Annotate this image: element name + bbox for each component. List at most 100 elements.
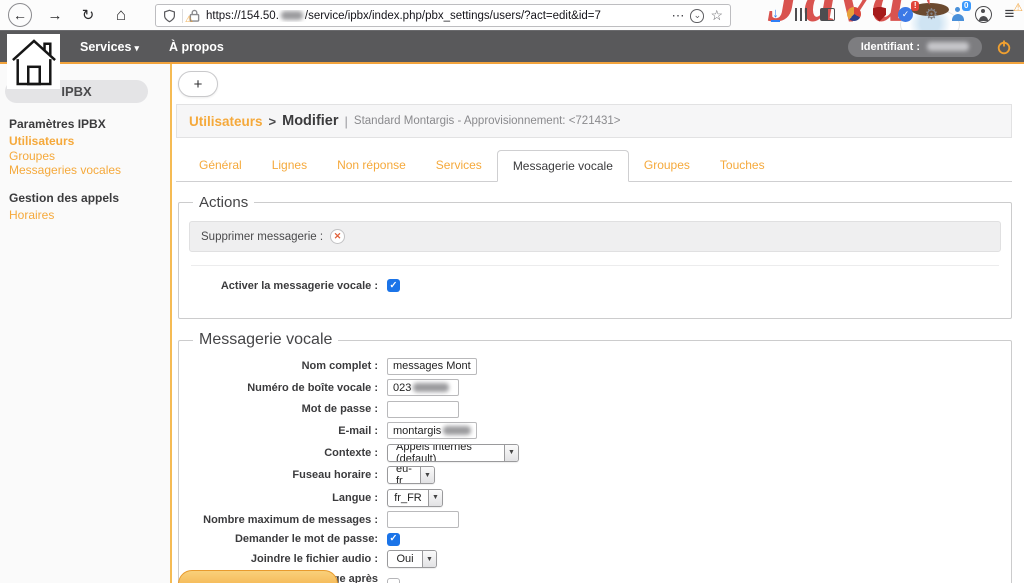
divider <box>191 265 999 266</box>
delete-voicemail-row: Supprimer messagerie : ✕ <box>189 221 1001 252</box>
mailbox-number-label: Numéro de boîte vocale : <box>189 382 387 394</box>
reload-button[interactable]: ↻ <box>78 3 98 27</box>
page-actions-icon[interactable]: ⋯ <box>671 8 684 24</box>
check-glyph: ✓ <box>902 9 910 20</box>
home-icon: ⌂ <box>116 5 126 25</box>
download-button[interactable]: ↓ <box>767 5 784 23</box>
add-button[interactable]: + <box>178 71 218 97</box>
language-select[interactable]: fr_FR ▼ <box>387 489 443 507</box>
actions-legend: Actions <box>193 194 254 211</box>
ask-password-checkbox[interactable] <box>387 533 400 546</box>
activate-voicemail-checkbox[interactable] <box>387 279 400 292</box>
redacted-username <box>927 42 969 51</box>
max-messages-input[interactable] <box>387 511 459 528</box>
timezone-select[interactable]: eu-fr ▼ <box>387 466 435 484</box>
bookmark-star-icon[interactable]: ☆ <box>710 7 723 24</box>
pocket-icon[interactable]: ⌄ <box>690 9 704 23</box>
alert-badge: ! <box>911 1 919 11</box>
gear-icon: ⚙ <box>925 5 938 23</box>
site-header: Services▾ À propos Identifiant : <box>0 31 1024 64</box>
library-button[interactable] <box>793 5 810 23</box>
home-button[interactable]: ⌂ <box>111 3 131 27</box>
account-button[interactable] <box>975 5 992 23</box>
checker-extension-button[interactable]: ✓ ! <box>897 5 914 23</box>
sidebar-item-groupes[interactable]: Groupes <box>9 149 170 164</box>
delete-voicemail-label: Supprimer messagerie : <box>201 231 323 243</box>
timezone-value: eu-fr <box>388 467 420 483</box>
sidebar-item-utilisateurs[interactable]: Utilisateurs <box>9 134 170 149</box>
mailbox-number-visible: 023 <box>393 382 411 394</box>
full-name-input[interactable] <box>387 358 477 375</box>
delete-voicemail-button[interactable]: ✕ <box>330 229 345 244</box>
sidebar-toggle-button[interactable] <box>819 5 836 23</box>
sidebar-item-messageries-vocales[interactable]: Messageries vocales <box>9 163 170 178</box>
screen: Java ← → ↻ ⌂ ⚠ https://154.50. /service/… <box>0 0 1024 583</box>
url-suffix: /service/ipbx/index.php/pbx_settings/use… <box>305 10 601 22</box>
logout-power-button[interactable] <box>996 39 1012 55</box>
breadcrumb-link-utilisateurs[interactable]: Utilisateurs <box>189 114 263 129</box>
download-icon: ↓ <box>771 6 780 22</box>
warning-overlay-icon: ⚠ <box>185 14 193 25</box>
breadcrumb-separator: > <box>269 114 277 129</box>
extension-ball-button[interactable] <box>845 5 862 23</box>
menu-button[interactable]: ≡ ⚠ <box>1001 5 1018 23</box>
tab-general[interactable]: Général <box>184 150 257 181</box>
url-prefix: https://154.50. <box>206 10 279 22</box>
account-icon <box>975 6 992 23</box>
divider <box>182 9 183 23</box>
email-visible: montargis <box>393 425 441 437</box>
context-label: Contexte : <box>189 447 387 459</box>
submit-button[interactable] <box>178 570 338 583</box>
full-name-label: Nom complet : <box>189 360 387 372</box>
attach-audio-label: Joindre le fichier audio : <box>189 553 387 565</box>
ask-password-label: Demander le mot de passe: <box>189 533 387 545</box>
redacted-domain <box>443 426 471 435</box>
nav-services-label: Services <box>80 40 131 54</box>
mixed-content-lock-icon[interactable]: ⚠ <box>189 9 200 22</box>
tab-touches[interactable]: Touches <box>705 150 780 181</box>
ipbx-logo[interactable] <box>7 34 60 89</box>
max-messages-label: Nombre maximum de messages : <box>189 514 387 526</box>
language-value: fr_FR <box>388 490 428 506</box>
x-icon: ✕ <box>334 231 342 242</box>
url-bar[interactable]: ⚠ https://154.50. /service/ipbx/index.ph… <box>155 4 731 27</box>
select-arrow-icon: ▼ <box>420 467 434 483</box>
email-input[interactable]: montargis <box>387 422 477 439</box>
nav-about[interactable]: À propos <box>169 40 224 54</box>
context-value: Appels internes (default) <box>388 445 504 461</box>
tab-messagerie-vocale[interactable]: Messagerie vocale <box>497 150 629 182</box>
breadcrumb: Utilisateurs > Modifier | Standard Monta… <box>176 104 1012 138</box>
identifiant-label: Identifiant : <box>861 41 920 53</box>
sidebar-item-horaires[interactable]: Horaires <box>9 208 170 223</box>
select-arrow-icon: ▼ <box>428 490 442 506</box>
back-icon: ← <box>13 7 27 23</box>
tab-lignes[interactable]: Lignes <box>257 150 322 181</box>
delete-after-notify-checkbox[interactable] <box>387 578 400 583</box>
url-text[interactable]: https://154.50. /service/ipbx/index.php/… <box>206 10 665 22</box>
sidebar-section-parametres: Paramètres IPBX <box>9 117 170 131</box>
ublock-button[interactable] <box>871 5 888 23</box>
timezone-label: Fuseau horaire : <box>189 469 387 481</box>
redacted-digits <box>413 383 449 392</box>
actions-fieldset: Actions Supprimer messagerie : ✕ Activer… <box>178 194 1012 319</box>
tracking-protection-shield-icon[interactable] <box>163 9 176 23</box>
back-button[interactable]: ← <box>8 3 32 27</box>
context-select[interactable]: Appels internes (default) ▼ <box>387 444 519 462</box>
attach-audio-select[interactable]: Oui ▼ <box>387 550 437 568</box>
forward-button[interactable]: → <box>45 3 65 27</box>
mailbox-number-input[interactable]: 023 <box>387 379 459 396</box>
tab-non-reponse[interactable]: Non réponse <box>322 150 421 181</box>
password-label: Mot de passe : <box>189 403 387 415</box>
tab-services[interactable]: Services <box>421 150 497 181</box>
sidebar: IPBX Paramètres IPBX Utilisateurs Groupe… <box>0 64 172 583</box>
password-input[interactable] <box>387 401 459 418</box>
settings-extension-button[interactable]: ⚙ <box>923 5 940 23</box>
nav-services[interactable]: Services▾ <box>80 40 139 54</box>
house-icon <box>11 37 57 87</box>
pocket-glyph: ⌄ <box>694 11 702 20</box>
tab-groupes[interactable]: Groupes <box>629 150 705 181</box>
forward-icon: → <box>48 7 63 24</box>
voicemail-fieldset: Messagerie vocale Nom complet : Numéro d… <box>178 331 1012 583</box>
social-extension-button[interactable]: 0 <box>949 5 966 23</box>
identifiant-pill: Identifiant : <box>848 37 982 57</box>
